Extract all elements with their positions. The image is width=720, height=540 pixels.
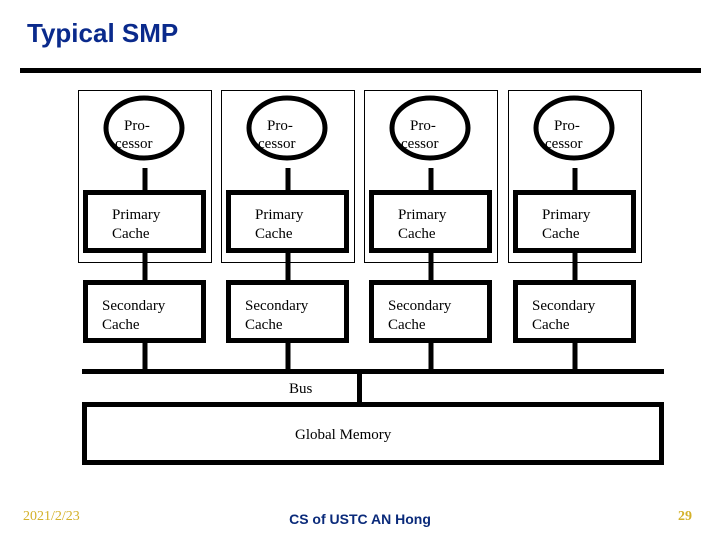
primary-cache-label-line1: Primary: [112, 207, 161, 223]
bus-line: [82, 369, 664, 374]
processor-to-primary-connector: [285, 168, 291, 192]
processor-node: Pro-cessor Primary Cache Secondary Cache: [508, 90, 642, 371]
secondary-to-bus-connector: [142, 340, 148, 371]
primary-to-secondary-connector: [142, 250, 148, 282]
processor-label-line2: cessor: [115, 136, 153, 152]
primary-cache-label-line2: Cache: [112, 226, 150, 242]
primary-cache-label-line1: Primary: [542, 207, 591, 223]
processor-to-primary-connector: [428, 168, 434, 192]
smp-diagram: Pro-cessorPrimaryCacheSecondaryCachePro-…: [78, 90, 664, 465]
primary-cache-label-line1: Primary: [398, 207, 447, 223]
processor-to-primary-connector: [142, 168, 148, 192]
secondary-to-bus-connector: [572, 340, 578, 371]
primary-cache-label-line2: Cache: [255, 226, 293, 242]
secondary-cache-label-line1: Secondary: [245, 298, 309, 314]
primary-to-secondary-connector: [572, 250, 578, 282]
global-memory-label: Global Memory: [295, 427, 392, 443]
primary-cache-label-line1: Primary: [255, 207, 304, 223]
page-number: 29: [678, 509, 692, 524]
processor-label-line2: cessor: [401, 136, 439, 152]
processor-to-primary-connector: [572, 168, 578, 192]
primary-to-secondary-connector: [285, 250, 291, 282]
bus-to-memory-connector: [357, 372, 362, 404]
secondary-cache-label-line2: Cache: [245, 317, 283, 333]
secondary-cache-label-line2: Cache: [532, 317, 570, 333]
footer-author: CS of USTC AN Hong: [289, 511, 431, 527]
secondary-cache-label-line2: Cache: [388, 317, 426, 333]
processor-label-line2: cessor: [545, 136, 583, 152]
processor-node: Pro-cessor Primary Cache Secondary Cache: [221, 90, 355, 371]
processor-label-line1: Pro-: [124, 118, 150, 134]
primary-to-secondary-connector: [428, 250, 434, 282]
processor-label-line1: Pro-: [410, 118, 436, 134]
secondary-cache-label-line1: Secondary: [388, 298, 452, 314]
processor-node: Pro-cessor Primary Cache Secondary Cache: [364, 90, 498, 371]
secondary-cache-label-line2: Cache: [102, 317, 140, 333]
processor-label-line2: cessor: [258, 136, 296, 152]
primary-cache-label-line2: Cache: [542, 226, 580, 242]
processor-label-line1: Pro-: [267, 118, 293, 134]
primary-cache-label-line2: Cache: [398, 226, 436, 242]
secondary-to-bus-connector: [285, 340, 291, 371]
processor-label-line1: Pro-: [554, 118, 580, 134]
processor-node: Pro-cessor Primary Cache Secondary Cache: [78, 90, 212, 371]
secondary-cache-label-line1: Secondary: [532, 298, 596, 314]
secondary-cache-label-line1: Secondary: [102, 298, 166, 314]
secondary-to-bus-connector: [428, 340, 434, 371]
bus-label: Bus: [289, 381, 313, 397]
